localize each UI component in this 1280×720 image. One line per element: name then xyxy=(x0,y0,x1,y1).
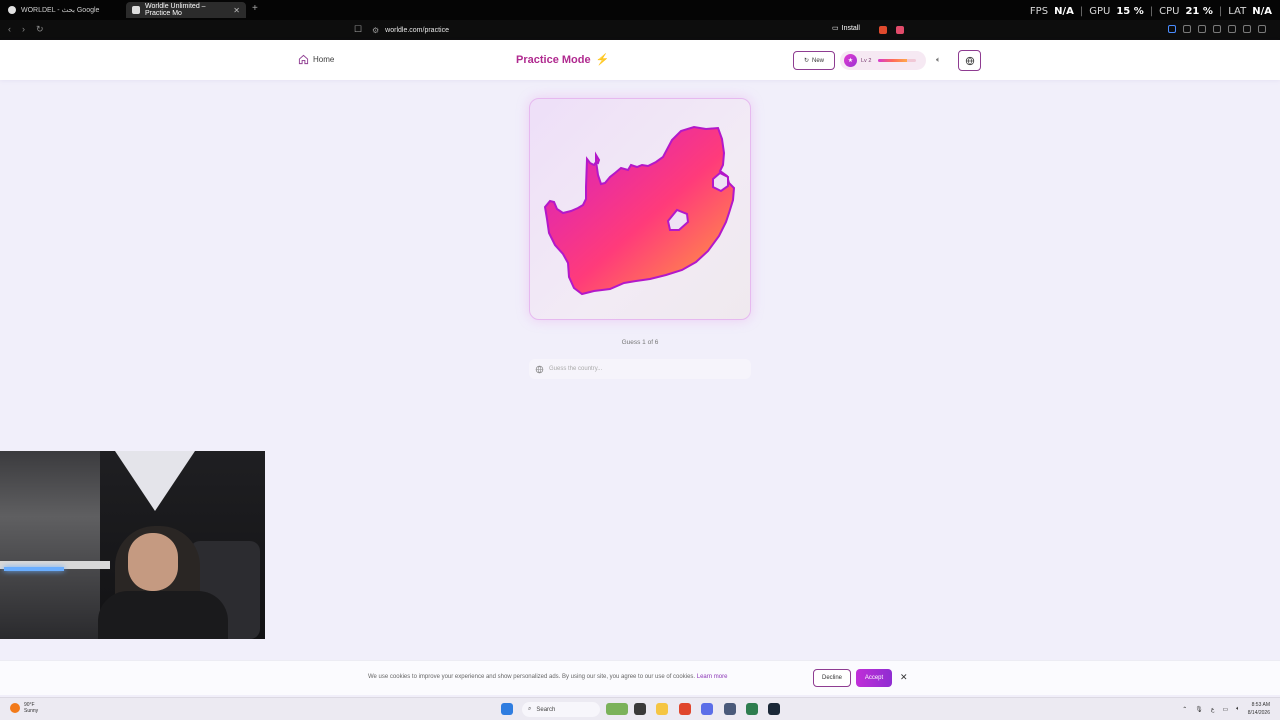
lat-value: N/A xyxy=(1252,6,1272,17)
level-label: Lv 2 xyxy=(861,57,872,64)
forward-icon[interactable]: › xyxy=(22,24,25,34)
volume-icon[interactable]: 🔈︎ xyxy=(1236,706,1240,713)
audio-icon[interactable] xyxy=(1168,25,1176,33)
learn-more-link[interactable]: Learn more xyxy=(697,674,728,680)
widget-icon[interactable] xyxy=(606,703,628,715)
url-text: worldle.com/practice xyxy=(385,26,449,34)
refresh-icon: ↻ xyxy=(803,58,809,64)
clock[interactable]: 8:53 AM 8/14/2026 xyxy=(1248,701,1270,717)
install-icon: ▭ xyxy=(832,25,839,32)
globe-icon xyxy=(535,365,544,373)
brave-icon[interactable] xyxy=(679,703,691,715)
start-icon[interactable] xyxy=(501,703,513,715)
sun-icon xyxy=(10,703,20,713)
fps-value: N/A xyxy=(1054,6,1074,17)
language-indicator[interactable]: ع xyxy=(1211,706,1215,713)
country-silhouette xyxy=(543,125,736,296)
vpn-icon[interactable] xyxy=(1243,25,1251,33)
install-label: Install xyxy=(841,24,860,32)
webcam-overlay xyxy=(0,451,265,639)
url-field[interactable]: ⚙ worldle.com/practice xyxy=(372,23,912,37)
guess-input[interactable]: Guess the country... xyxy=(529,359,751,379)
menu-icon[interactable] xyxy=(1258,25,1266,33)
home-label: Home xyxy=(313,55,335,64)
back-icon[interactable]: ‹ xyxy=(8,24,11,34)
new-label: New xyxy=(812,57,825,64)
search-icon: ⌕ xyxy=(528,706,532,712)
tab-google-search[interactable]: WORLDEL - بحث Google xyxy=(2,2,122,18)
page-title: Practice Mode ⚡ xyxy=(516,53,610,67)
site-header: Home Practice Mode ⚡ ↻ New ★ Lv 2 🔈︎ xyxy=(0,40,1280,80)
extension-icon[interactable] xyxy=(1198,25,1206,33)
wallet-icon[interactable] xyxy=(1228,25,1236,33)
cookie-text: We use cookies to improve your experienc… xyxy=(368,674,696,680)
browser-tab-bar: WORLDEL - بحث Google Worldle Unlimited –… xyxy=(0,0,1280,20)
network-icon[interactable]: ▭ xyxy=(1222,706,1228,713)
level-badge-icon: ★ xyxy=(844,54,857,67)
fps-label: FPS xyxy=(1029,6,1049,17)
install-button[interactable]: ▭ Install xyxy=(832,24,860,33)
weather-desc: Sunny xyxy=(24,708,39,714)
guess-counter: Guess 1 of 6 xyxy=(621,339,659,346)
taskbar-search[interactable]: ⌕ Search xyxy=(522,702,600,717)
lightning-icon: ⚡ xyxy=(595,54,610,66)
country-silhouette-card xyxy=(529,98,751,320)
level-progress-bar xyxy=(878,59,917,62)
cpu-label: CPU xyxy=(1159,6,1180,17)
brave-shield-icon[interactable] xyxy=(879,26,887,34)
worldle-favicon-icon xyxy=(132,6,140,14)
close-banner-icon[interactable]: ✕ xyxy=(900,672,908,683)
tab-title: Worldle Unlimited – Practice Mo xyxy=(145,3,206,17)
rewards-icon[interactable] xyxy=(896,26,904,34)
date: 8/14/2026 xyxy=(1247,710,1270,716)
guess-input-placeholder: Guess the country... xyxy=(549,366,603,372)
site-info-icon[interactable]: ⚙ xyxy=(372,26,379,35)
extension-icon[interactable] xyxy=(1183,25,1191,33)
new-game-button[interactable]: ↻ New xyxy=(793,51,835,70)
google-icon xyxy=(8,6,16,14)
performance-overlay: FPS N/A | GPU 15 % | CPU 21 % | LAT N/A xyxy=(1029,6,1272,17)
reload-icon[interactable]: ↻ xyxy=(36,24,44,35)
app-icon[interactable] xyxy=(746,703,758,715)
home-link[interactable]: Home xyxy=(298,54,334,65)
gpu-value: 15 % xyxy=(1116,6,1144,17)
tab-worldle[interactable]: Worldle Unlimited – Practice Mo ✕ xyxy=(126,2,246,18)
search-label: Search xyxy=(536,706,556,713)
decline-button[interactable]: Decline xyxy=(813,669,851,687)
file-explorer-icon[interactable] xyxy=(656,703,668,715)
sound-toggle-icon[interactable]: 🔈︎ xyxy=(936,55,941,65)
calculator-icon[interactable] xyxy=(724,703,736,715)
steam-icon[interactable] xyxy=(768,703,780,715)
microphone-icon[interactable]: 🎙︎ xyxy=(1195,706,1203,713)
discord-icon[interactable] xyxy=(701,703,713,715)
time: 8:53 AM xyxy=(1251,702,1270,708)
sidebar-icon[interactable] xyxy=(1213,25,1221,33)
chevron-up-icon[interactable]: ⌃ xyxy=(1182,706,1187,713)
level-progress-fill xyxy=(878,59,907,62)
cookie-message: We use cookies to improve your experienc… xyxy=(368,674,727,680)
gpu-label: GPU xyxy=(1089,6,1111,17)
level-indicator: ★ Lv 2 xyxy=(840,51,926,70)
bookmark-icon[interactable]: ☐ xyxy=(354,24,362,35)
title-text: Practice Mode xyxy=(516,53,591,66)
weather-widget[interactable]: 90°F Sunny xyxy=(10,702,38,714)
cpu-value: 21 % xyxy=(1185,6,1213,17)
cookie-banner: We use cookies to improve your experienc… xyxy=(0,660,1280,695)
language-button[interactable] xyxy=(958,50,981,71)
task-view-icon[interactable] xyxy=(634,703,646,715)
new-tab-icon[interactable]: + xyxy=(252,3,258,14)
accept-button[interactable]: Accept xyxy=(856,669,892,687)
home-icon xyxy=(298,54,309,65)
tab-title: WORLDEL - بحث Google xyxy=(21,7,100,14)
close-tab-icon[interactable]: ✕ xyxy=(233,6,240,15)
system-tray: ⌃ 🎙︎ ع ▭ 🔈︎ 8:53 AM 8/14/2026 xyxy=(1182,701,1270,717)
address-bar: ‹ › ↻ ☐ ⚙ worldle.com/practice ▭ Install xyxy=(0,20,1280,40)
windows-taskbar: 90°F Sunny ⌕ Search ⌃ 🎙︎ ع ▭ 🔈︎ 8:53 AM … xyxy=(0,697,1280,720)
toolbar-icons xyxy=(1168,25,1266,33)
globe-icon xyxy=(965,56,974,65)
lat-label: LAT xyxy=(1228,6,1247,17)
